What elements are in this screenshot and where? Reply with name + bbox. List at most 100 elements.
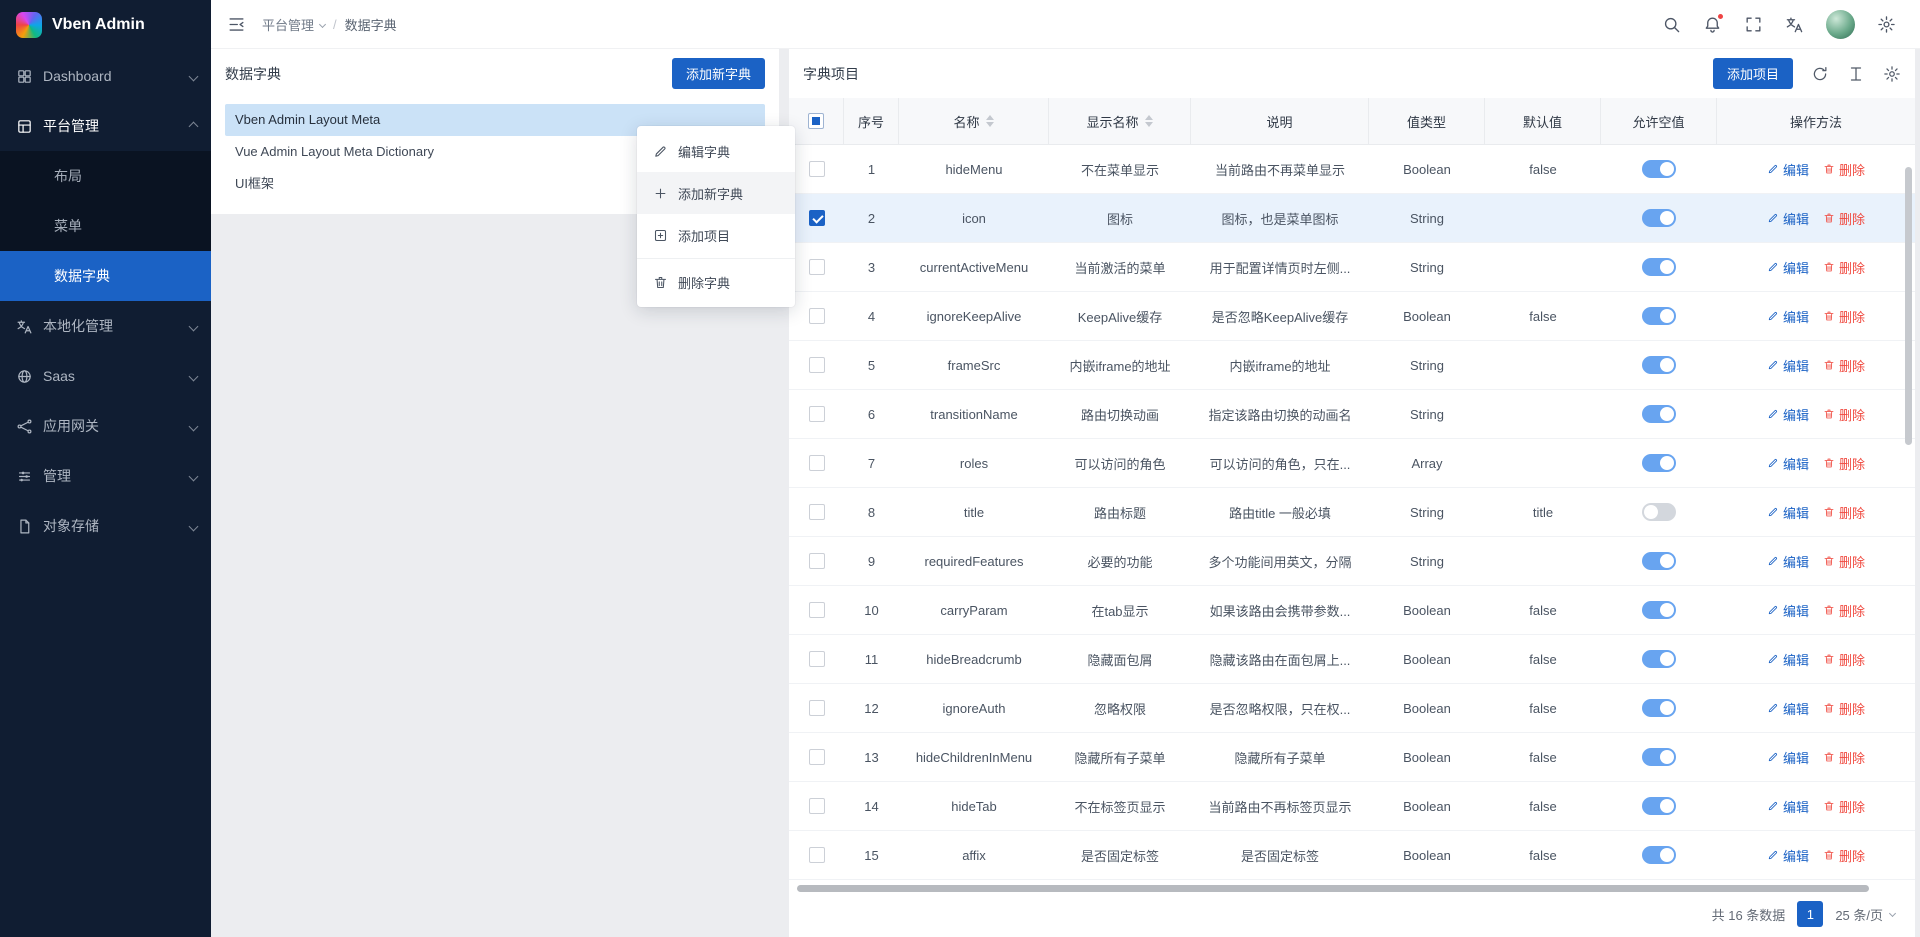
nullable-toggle[interactable]	[1642, 650, 1676, 668]
nullable-toggle[interactable]	[1642, 797, 1676, 815]
sidebar-subitem-布局[interactable]: 布局	[0, 151, 211, 201]
column-header-名称[interactable]: 名称	[899, 98, 1049, 145]
delete-link[interactable]: 删除	[1823, 846, 1865, 865]
delete-link[interactable]: 删除	[1823, 405, 1865, 424]
delete-link[interactable]: 删除	[1823, 258, 1865, 277]
settings-icon[interactable]	[1877, 15, 1896, 34]
search-icon[interactable]	[1662, 15, 1681, 34]
edit-link[interactable]: 编辑	[1767, 552, 1809, 571]
nullable-toggle[interactable]	[1642, 503, 1676, 521]
delete-link[interactable]: 删除	[1823, 699, 1865, 718]
context-menu-item[interactable]: 添加新字典	[637, 172, 795, 214]
sort-icon[interactable]	[1145, 115, 1153, 127]
nullable-toggle[interactable]	[1642, 405, 1676, 423]
nullable-toggle[interactable]	[1642, 601, 1676, 619]
page-size-select[interactable]: 25 条/页	[1835, 905, 1895, 924]
user-avatar[interactable]	[1826, 10, 1855, 39]
edit-link[interactable]: 编辑	[1767, 650, 1809, 669]
context-menu-item[interactable]: 删除字典	[637, 261, 795, 303]
breadcrumb-current[interactable]: 数据字典	[345, 15, 397, 34]
delete-link[interactable]: 删除	[1823, 797, 1865, 816]
row-checkbox[interactable]	[809, 308, 825, 324]
row-checkbox[interactable]	[809, 210, 825, 226]
nullable-toggle[interactable]	[1642, 258, 1676, 276]
edit-link[interactable]: 编辑	[1767, 797, 1809, 816]
nullable-toggle[interactable]	[1642, 356, 1676, 374]
sidebar-subitem-菜单[interactable]: 菜单	[0, 201, 211, 251]
row-checkbox[interactable]	[809, 504, 825, 520]
row-checkbox[interactable]	[809, 700, 825, 716]
delete-link[interactable]: 删除	[1823, 160, 1865, 179]
breadcrumb: 平台管理 / 数据字典	[262, 15, 397, 34]
row-checkbox[interactable]	[809, 651, 825, 667]
nullable-toggle[interactable]	[1642, 454, 1676, 472]
bell-icon[interactable]	[1703, 15, 1722, 34]
delete-link[interactable]: 删除	[1823, 209, 1865, 228]
context-menu-item[interactable]: 编辑字典	[637, 130, 795, 172]
add-dictionary-button[interactable]: 添加新字典	[672, 58, 765, 89]
edit-link[interactable]: 编辑	[1767, 307, 1809, 326]
delete-link[interactable]: 删除	[1823, 552, 1865, 571]
vertical-scrollbar-thumb[interactable]	[1905, 167, 1912, 445]
edit-link[interactable]: 编辑	[1767, 699, 1809, 718]
row-checkbox[interactable]	[809, 357, 825, 373]
delete-link[interactable]: 删除	[1823, 650, 1865, 669]
sort-icon[interactable]	[986, 115, 994, 127]
row-checkbox[interactable]	[809, 406, 825, 422]
refresh-icon[interactable]	[1811, 65, 1829, 83]
translate-icon[interactable]	[1785, 15, 1804, 34]
breadcrumb-platform[interactable]: 平台管理	[262, 15, 325, 34]
delete-link[interactable]: 删除	[1823, 356, 1865, 375]
edit-link[interactable]: 编辑	[1767, 503, 1809, 522]
sidebar-item-dashboard[interactable]: Dashboard	[0, 51, 211, 101]
context-menu-item[interactable]: 添加项目	[637, 214, 795, 256]
edit-link[interactable]: 编辑	[1767, 209, 1809, 228]
nullable-toggle[interactable]	[1642, 160, 1676, 178]
row-checkbox[interactable]	[809, 455, 825, 471]
edit-link[interactable]: 编辑	[1767, 601, 1809, 620]
sidebar-item-storage[interactable]: 对象存储	[0, 501, 211, 551]
logo[interactable]: Vben Admin	[0, 0, 211, 49]
pagination-page-1[interactable]: 1	[1797, 901, 1823, 927]
row-checkbox[interactable]	[809, 847, 825, 863]
delete-link[interactable]: 删除	[1823, 307, 1865, 326]
settings-icon[interactable]	[1883, 65, 1901, 83]
add-item-button[interactable]: 添加项目	[1713, 58, 1793, 89]
column-height-icon[interactable]	[1847, 65, 1865, 83]
edit-link[interactable]: 编辑	[1767, 748, 1809, 767]
sidebar-item-localization[interactable]: 本地化管理	[0, 301, 211, 351]
trash-icon	[1823, 555, 1835, 567]
edit-link[interactable]: 编辑	[1767, 846, 1809, 865]
sidebar-item-platform[interactable]: 平台管理	[0, 101, 211, 151]
sidebar-item-manage[interactable]: 管理	[0, 451, 211, 501]
horizontal-scrollbar-thumb[interactable]	[797, 885, 1869, 892]
nullable-toggle[interactable]	[1642, 307, 1676, 325]
sidebar-item-gateway[interactable]: 应用网关	[0, 401, 211, 451]
row-checkbox[interactable]	[809, 161, 825, 177]
nullable-toggle[interactable]	[1642, 552, 1676, 570]
edit-link[interactable]: 编辑	[1767, 258, 1809, 277]
delete-link[interactable]: 删除	[1823, 503, 1865, 522]
select-all-checkbox[interactable]	[808, 113, 824, 129]
sidebar-subitem-数据字典[interactable]: 数据字典	[0, 251, 211, 301]
edit-link[interactable]: 编辑	[1767, 454, 1809, 473]
nullable-toggle[interactable]	[1642, 209, 1676, 227]
fullscreen-icon[interactable]	[1744, 15, 1763, 34]
row-checkbox[interactable]	[809, 798, 825, 814]
nullable-toggle[interactable]	[1642, 846, 1676, 864]
delete-link[interactable]: 删除	[1823, 748, 1865, 767]
row-checkbox[interactable]	[809, 259, 825, 275]
edit-link[interactable]: 编辑	[1767, 356, 1809, 375]
delete-link[interactable]: 删除	[1823, 454, 1865, 473]
nullable-toggle[interactable]	[1642, 748, 1676, 766]
edit-link[interactable]: 编辑	[1767, 160, 1809, 179]
collapse-sidebar-icon[interactable]	[227, 15, 246, 34]
row-checkbox[interactable]	[809, 602, 825, 618]
column-header-显示名称[interactable]: 显示名称	[1049, 98, 1191, 145]
edit-link[interactable]: 编辑	[1767, 405, 1809, 424]
row-checkbox[interactable]	[809, 749, 825, 765]
nullable-toggle[interactable]	[1642, 699, 1676, 717]
row-checkbox[interactable]	[809, 553, 825, 569]
delete-link[interactable]: 删除	[1823, 601, 1865, 620]
sidebar-item-saas[interactable]: Saas	[0, 351, 211, 401]
